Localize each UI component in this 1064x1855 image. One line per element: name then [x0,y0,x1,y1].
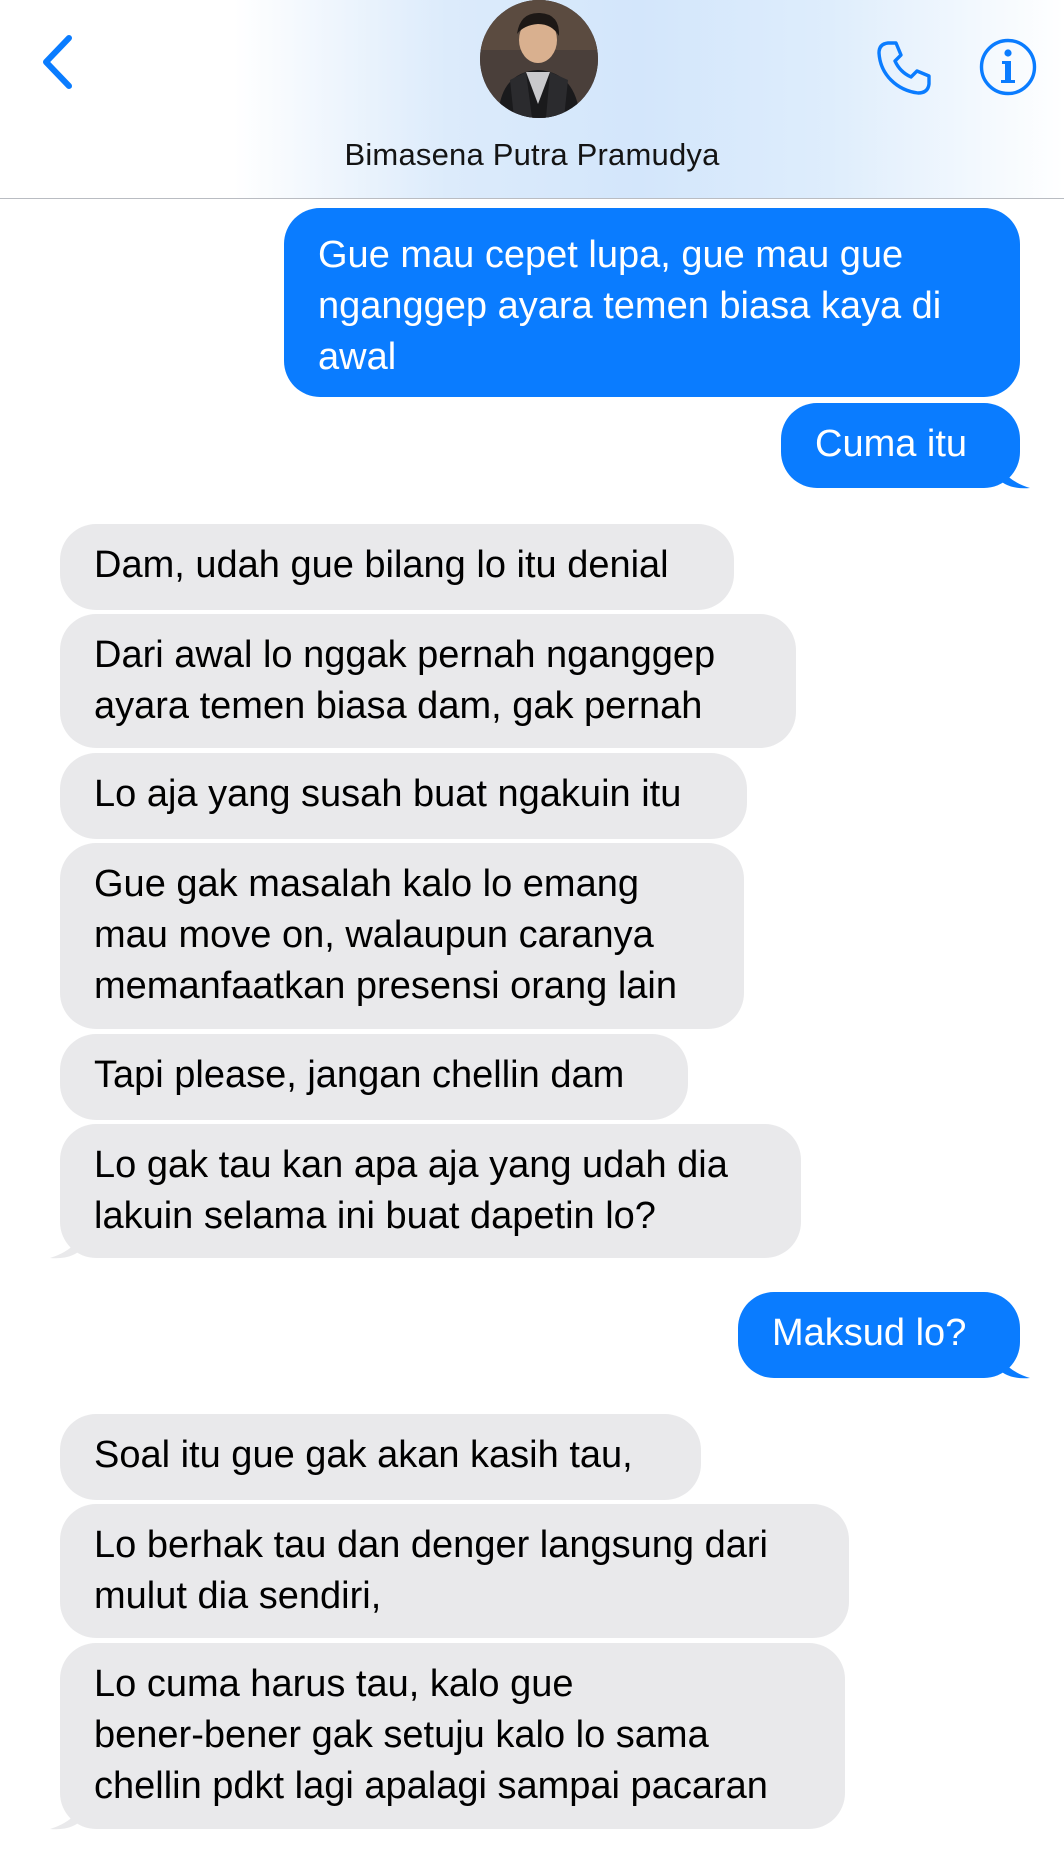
message-bubble-incoming[interactable]: Lo gak tau kan apa aja yang udah dia lak… [60,1124,801,1258]
message-text-line: lakuin selama ini buat dapetin lo? [94,1195,656,1237]
message-text-line: Tapi please, jangan chellin dam [94,1054,625,1096]
bubble-tail [50,1222,84,1259]
message-text-line: mau move on, walaupun caranya [94,914,654,956]
message-text-line: Soal itu gue gak akan kasih tau, [94,1434,633,1476]
message-text-line: Dari awal lo nggak pernah nganggep [94,634,716,676]
message-bubble-incoming[interactable]: Dari awal lo nggak pernah nganggep ayara… [60,614,796,748]
contact-name[interactable]: Bimasena Putra Pramudya [0,137,1064,173]
conversation-header: Bimasena Putra Pramudya [0,0,1064,199]
message-text-line: Lo gak tau kan apa aja yang udah dia [94,1144,728,1186]
message-text-line: nganggep ayara temen biasa kaya di [318,285,942,327]
back-button[interactable] [34,30,80,94]
message-bubble-incoming[interactable]: Lo cuma harus tau, kalo gue bener-bener … [60,1643,845,1829]
message-bubble-outgoing[interactable]: Cuma itu [781,403,1020,488]
message-bubble-incoming[interactable]: Dam, udah gue bilang lo itu denial [60,524,734,610]
bubble-tail [50,1793,84,1830]
message-text-line: Maksud lo? [772,1312,967,1354]
message-text-line: Cuma itu [815,423,968,465]
message-text-line: Lo berhak tau dan denger langsung dari [94,1524,768,1566]
message-text-line: chellin pdkt lagi apalagi sampai pacaran [94,1765,768,1807]
message-text-line: Gue mau cepet lupa, gue mau gue [318,234,904,276]
message-text-line: memanfaatkan presensi orang lain [94,965,678,1007]
info-button[interactable] [977,36,1039,98]
message-bubble-incoming[interactable]: Soal itu gue gak akan kasih tau, [60,1414,701,1500]
call-button[interactable] [872,36,936,100]
phone-icon [877,41,931,95]
message-bubble-outgoing[interactable]: Maksud lo? [738,1292,1020,1378]
message-text-line: ayara temen biasa dam, gak pernah [94,685,703,727]
message-text-line: Gue gak masalah kalo lo emang [94,863,639,905]
contact-avatar[interactable] [480,0,598,118]
bubble-tail [996,452,1030,489]
message-text-line: Lo aja yang susah buat ngakuin itu [94,773,682,815]
message-text-line: awal [318,336,397,378]
message-text-line: mulut dia sendiri, [94,1575,382,1617]
message-text-line: bener-bener gak setuju kalo lo sama [94,1714,709,1756]
chevron-left-icon [43,35,72,89]
info-icon [979,38,1037,96]
avatar-photo [480,0,598,118]
message-bubble-outgoing[interactable]: Gue mau cepet lupa, gue mau gue nganggep… [284,208,1020,397]
message-bubble-incoming[interactable]: Tapi please, jangan chellin dam [60,1034,688,1120]
message-text-line: Lo cuma harus tau, kalo gue [94,1663,574,1705]
message-bubble-incoming[interactable]: Lo berhak tau dan denger langsung dari m… [60,1504,849,1638]
bubble-tail [996,1342,1030,1379]
message-bubble-incoming[interactable]: Lo aja yang susah buat ngakuin itu [60,753,747,839]
message-bubble-incoming[interactable]: Gue gak masalah kalo lo emang mau move o… [60,843,744,1029]
message-text-line: Dam, udah gue bilang lo itu denial [94,544,669,586]
